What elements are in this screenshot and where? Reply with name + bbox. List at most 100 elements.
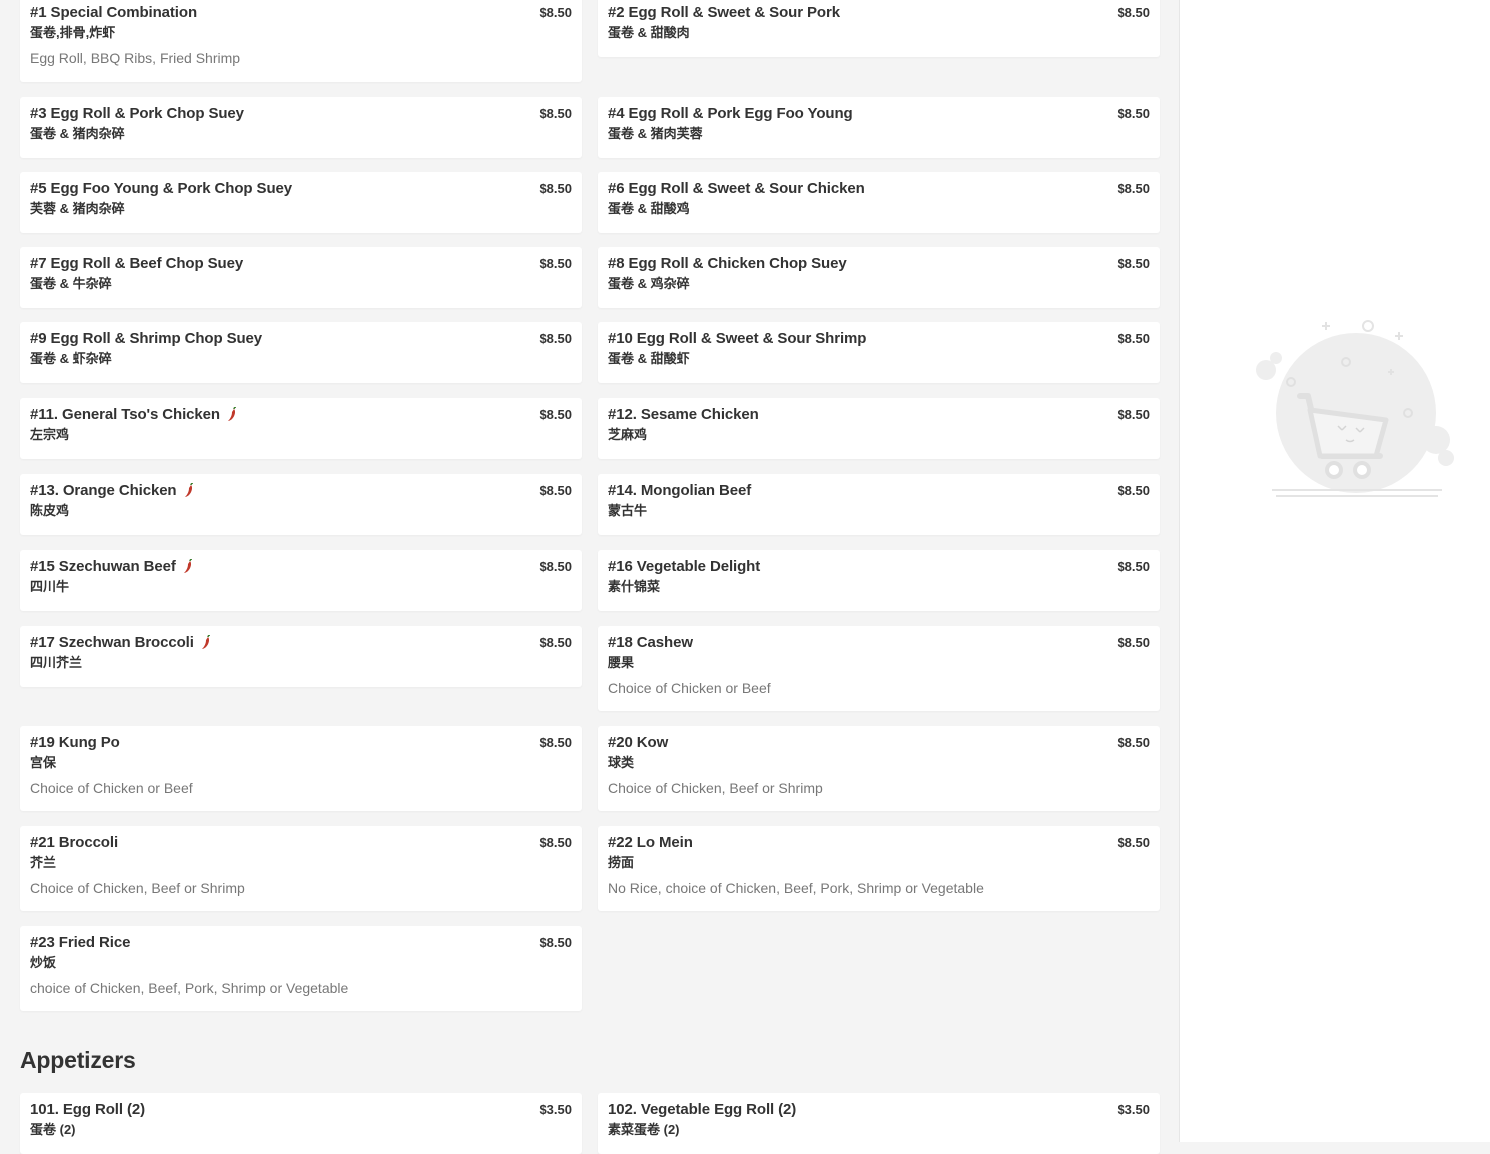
menu-item-name: #9 Egg Roll & Shrimp Chop Suey [30, 330, 572, 348]
menu-item-card[interactable]: #22 Lo Mein $8.50 捞面 No Rice, choice of Chi… [598, 826, 1160, 911]
menu-item-chinese-name: 蛋卷 & 猪肉芙蓉 [608, 126, 703, 141]
menu-item-card[interactable]: #8 Egg Roll & Chicken Chop Suey $8.50 蛋卷 &… [598, 247, 1160, 308]
empty-cart-icon [1256, 320, 1454, 497]
menu-item-card[interactable]: #12. Sesame Chicken $8.50 芝麻鸡 [598, 398, 1160, 459]
menu-item-price: $8.50 [539, 181, 572, 196]
menu-item-name: #22 Lo Mein [608, 834, 1150, 852]
menu-item-title: #7 Egg Roll & Beef Chop Suey [30, 255, 244, 272]
menu-item-chinese-name: 蒙古牛 [608, 503, 648, 518]
menu-item-name: #7 Egg Roll & Beef Chop Suey [30, 255, 572, 273]
menu-item-price: $8.50 [539, 331, 572, 346]
menu-item-title: #12. Sesame Chicken [608, 406, 759, 423]
menu-item-card[interactable]: #11. General Tso's Chicken $8.50 左宗鸡 [20, 398, 582, 459]
menu-item-card[interactable]: #14. Mongolian Beef $8.50 蒙古牛 [598, 474, 1160, 535]
menu-item-name: #10 Egg Roll & Sweet & Sour Shrimp [608, 330, 1150, 348]
menu-item-title: #19 Kung Po [30, 734, 120, 751]
menu-item-chinese-name: 球类 [608, 755, 635, 770]
menu-item-description: Choice of Chicken, Beef or Shrimp [30, 880, 245, 896]
menu-item-price: $8.50 [1117, 256, 1150, 271]
menu-item-card[interactable]: #7 Egg Roll & Beef Chop Suey $8.50 蛋卷 & 牛杂… [20, 247, 582, 308]
menu-item-title: #22 Lo Mein [608, 834, 693, 851]
menu-item-price: $8.50 [1117, 5, 1150, 20]
cart-panel [1179, 0, 1490, 1142]
menu-item-price: $8.50 [539, 483, 572, 498]
menu-item-name: 102. Vegetable Egg Roll (2) [608, 1101, 1150, 1119]
menu-item-title: 102. Vegetable Egg Roll (2) [608, 1101, 797, 1118]
menu-item-name: #17 Szechwan Broccoli [30, 634, 572, 652]
menu-item-card[interactable]: #10 Egg Roll & Sweet & Sour Shrimp $8.50 蛋… [598, 322, 1160, 383]
menu-item-name: #12. Sesame Chicken [608, 406, 1150, 424]
menu-item-price: $8.50 [1117, 735, 1150, 750]
menu-item-name: #8 Egg Roll & Chicken Chop Suey [608, 255, 1150, 273]
menu-item-price: $8.50 [1117, 106, 1150, 121]
menu-item-price: $8.50 [539, 935, 572, 950]
menu-item-name: #11. General Tso's Chicken [30, 406, 572, 424]
menu-item-price: $8.50 [539, 635, 572, 650]
menu-item-card[interactable]: #1 Special Combination $8.50 蛋卷,排骨,炸虾 Egg R… [20, 0, 582, 82]
menu-item-price: $8.50 [539, 256, 572, 271]
menu-item-name: #16 Vegetable Delight [608, 558, 1150, 576]
menu-item-chinese-name: 左宗鸡 [30, 427, 70, 442]
menu-item-chinese-name: 捞面 [608, 855, 635, 870]
menu-item-title: #2 Egg Roll & Sweet & Sour Pork [608, 4, 840, 21]
menu-item-title: #16 Vegetable Delight [608, 558, 761, 575]
menu-item-chinese-name: 四川芥兰 [30, 655, 83, 670]
menu-item-title: #3 Egg Roll & Pork Chop Suey [30, 105, 244, 122]
menu-item-chinese-name: 宫保 [30, 755, 57, 770]
menu-item-chinese-name: 四川牛 [30, 579, 70, 594]
menu-item-chinese-name: 陈皮鸡 [30, 503, 70, 518]
menu-item-price: $8.50 [1117, 331, 1150, 346]
menu-item-title: #8 Egg Roll & Chicken Chop Suey [608, 255, 847, 272]
menu-item-card[interactable]: #20 Kow $8.50 球类 Choice of Chicken, Beef or… [598, 726, 1160, 811]
menu-item-name: #4 Egg Roll & Pork Egg Foo Young [608, 105, 1150, 123]
menu-item-card[interactable]: #19 Kung Po $8.50 宫保 Choice of Chicken or B… [20, 726, 582, 811]
spicy-chili-icon [201, 635, 210, 649]
spicy-chili-icon [184, 483, 193, 497]
menu-item-card[interactable]: #2 Egg Roll & Sweet & Sour Pork $8.50 蛋卷 &… [598, 0, 1160, 57]
menu-item-title: #15 Szechuwan Beef [30, 558, 176, 575]
menu-item-card[interactable]: #13. Orange Chicken $8.50 陈皮鸡 [20, 474, 582, 535]
menu-item-name: #20 Kow [608, 734, 1150, 752]
menu-item-chinese-name: 蛋卷 & 猪肉杂碎 [30, 126, 125, 141]
menu-item-description: No Rice, choice of Chicken, Beef, Pork, … [608, 880, 984, 896]
menu-item-title: 101. Egg Roll (2) [30, 1101, 145, 1118]
menu-item-card[interactable]: #5 Egg Foo Young & Pork Chop Suey $8.50 芙蓉… [20, 172, 582, 233]
menu-item-card[interactable]: #15 Szechuwan Beef $8.50 四川牛 [20, 550, 582, 611]
menu-item-description: Choice of Chicken or Beef [30, 780, 193, 796]
menu-item-chinese-name: 腰果 [608, 655, 635, 670]
menu-item-chinese-name: 炒饭 [30, 955, 57, 970]
menu-item-price: $3.50 [539, 1102, 572, 1117]
menu-item-name: #13. Orange Chicken [30, 482, 572, 500]
menu-item-price: $8.50 [539, 407, 572, 422]
menu-item-price: $8.50 [539, 559, 572, 574]
menu-item-price: $3.50 [1117, 1102, 1150, 1117]
menu-item-title: #9 Egg Roll & Shrimp Chop Suey [30, 330, 263, 347]
menu-item-chinese-name: 蛋卷 & 牛杂碎 [30, 276, 112, 291]
menu-item-price: $8.50 [539, 835, 572, 850]
menu-item-title: #17 Szechwan Broccoli [30, 634, 194, 651]
menu-item-card[interactable]: #9 Egg Roll & Shrimp Chop Suey $8.50 蛋卷 & … [20, 322, 582, 383]
menu-item-card[interactable]: #17 Szechwan Broccoli $8.50 四川芥兰 [20, 626, 582, 687]
menu-item-price: $8.50 [1117, 635, 1150, 650]
menu-item-card[interactable]: #23 Fried Rice $8.50 炒饭 choice of Chicken, … [20, 926, 582, 1011]
menu-item-card[interactable]: 101. Egg Roll (2) $3.50 蛋卷 (2) [20, 1093, 582, 1154]
menu-item-card[interactable]: #3 Egg Roll & Pork Chop Suey $8.50 蛋卷 & 猪肉… [20, 97, 582, 158]
menu-item-title: #14. Mongolian Beef [608, 482, 752, 499]
menu-item-name: #2 Egg Roll & Sweet & Sour Pork [608, 4, 1150, 22]
menu-item-title: #11. General Tso's Chicken [30, 406, 220, 423]
menu-item-card[interactable]: #4 Egg Roll & Pork Egg Foo Young $8.50 蛋卷 … [598, 97, 1160, 158]
menu-item-chinese-name: 蛋卷 & 甜酸鸡 [608, 201, 690, 216]
menu-item-card[interactable]: #16 Vegetable Delight $8.50 素什锦菜 [598, 550, 1160, 611]
menu-item-card[interactable]: 102. Vegetable Egg Roll (2) $3.50 素菜蛋卷 (2) [598, 1093, 1160, 1154]
menu-item-price: $8.50 [1117, 407, 1150, 422]
menu-item-chinese-name: 蛋卷 (2) [30, 1122, 76, 1137]
menu-item-card[interactable]: #6 Egg Roll & Sweet & Sour Chicken $8.50 蛋… [598, 172, 1160, 233]
menu-item-price: $8.50 [1117, 181, 1150, 196]
menu-item-chinese-name: 素菜蛋卷 (2) [608, 1122, 680, 1137]
menu-item-card[interactable]: #21 Broccoli $8.50 芥兰 Choice of Chicken, Be… [20, 826, 582, 911]
menu-item-title: #18 Cashew [608, 634, 693, 651]
menu-item-chinese-name: 素什锦菜 [608, 579, 661, 594]
menu-item-chinese-name: 蛋卷,排骨,炸虾 [30, 25, 116, 40]
menu-item-card[interactable]: #18 Cashew $8.50 腰果 Choice of Chicken or Be… [598, 626, 1160, 711]
menu-item-name: #15 Szechuwan Beef [30, 558, 572, 576]
